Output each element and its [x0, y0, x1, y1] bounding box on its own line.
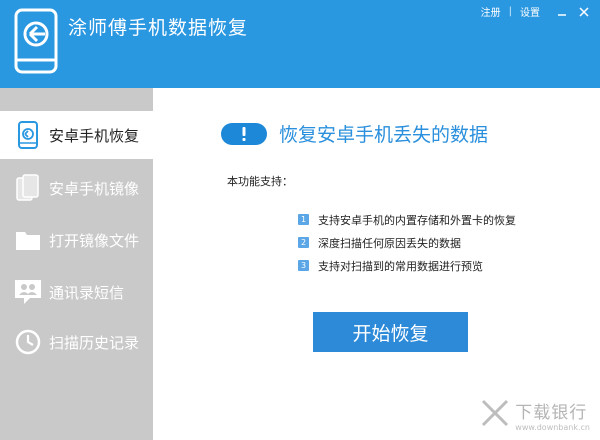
watermark-text: 下载银行: [515, 403, 588, 423]
clock-icon: [14, 328, 42, 356]
sidebar-item-label: 安卓手机恢复: [49, 126, 140, 145]
watermark-logo-icon: [481, 399, 509, 431]
close-icon[interactable]: [578, 6, 590, 18]
alert-icon: [221, 122, 267, 145]
list-item: 2 深度扫描任何原因丢失的数据: [298, 231, 516, 254]
register-link[interactable]: 注册: [481, 4, 501, 19]
sidebar-item-open-image[interactable]: 打开镜像文件: [0, 216, 153, 264]
sidebar-item-label: 打开镜像文件: [49, 231, 140, 250]
sidebar-item-android-restore[interactable]: 安卓手机恢复: [0, 111, 153, 159]
sidebar-item-scan-history[interactable]: 扫描历史记录: [0, 318, 153, 366]
feature-number-badge: 3: [298, 260, 309, 271]
list-item: 1 支持安卓手机的内置存储和外置卡的恢复: [298, 208, 516, 231]
feature-text: 支持对扫描到的常用数据进行预览: [318, 259, 483, 273]
watermark-url: www.downbank.cn: [515, 423, 590, 432]
sidebar-item-label: 通讯录短信: [49, 283, 125, 302]
feature-number-badge: 2: [298, 237, 309, 248]
phone-mirror-icon: [14, 174, 42, 202]
sidebar-item-android-mirror[interactable]: 安卓手机镜像: [0, 164, 153, 212]
sidebar-item-label: 安卓手机镜像: [49, 179, 140, 198]
app-title: 涂师傅手机数据恢复: [68, 17, 249, 39]
title-bar: 涂师傅手机数据恢复 注册 | 设置: [0, 0, 600, 88]
folder-icon: [14, 226, 42, 254]
watermark: 下载银行 www.downbank.cn: [481, 398, 590, 432]
sidebar: 安卓手机恢复 安卓手机镜像 打开镜像文件 通讯录短信 扫描历史记录: [0, 88, 153, 440]
main-panel: 恢复安卓手机丢失的数据 本功能支持： 1 支持安卓手机的内置存储和外置卡的恢复 …: [153, 88, 600, 440]
hero-title: 恢复安卓手机丢失的数据: [279, 124, 489, 146]
feature-list: 1 支持安卓手机的内置存储和外置卡的恢复 2 深度扫描任何原因丢失的数据 3 支…: [298, 208, 516, 277]
settings-link[interactable]: 设置: [520, 4, 540, 19]
top-links: 注册 | 设置: [481, 4, 590, 19]
sidebar-item-label: 扫描历史记录: [49, 333, 140, 352]
window-controls: [556, 6, 590, 18]
feature-number-badge: 1: [298, 214, 309, 225]
feature-text: 支持安卓手机的内置存储和外置卡的恢复: [318, 213, 516, 227]
hero: 恢复安卓手机丢失的数据: [221, 120, 488, 147]
minimize-icon[interactable]: [556, 6, 568, 18]
phone-restore-icon: [14, 121, 42, 149]
link-separator: |: [508, 6, 512, 17]
contacts-icon: [14, 278, 42, 306]
start-recovery-button[interactable]: 开始恢复: [313, 312, 468, 352]
feature-text: 深度扫描任何原因丢失的数据: [318, 236, 461, 250]
list-item: 3 支持对扫描到的常用数据进行预览: [298, 254, 516, 277]
app-logo-icon: [14, 8, 58, 74]
support-label: 本功能支持：: [227, 175, 293, 188]
sidebar-item-contacts-sms[interactable]: 通讯录短信: [0, 268, 153, 316]
